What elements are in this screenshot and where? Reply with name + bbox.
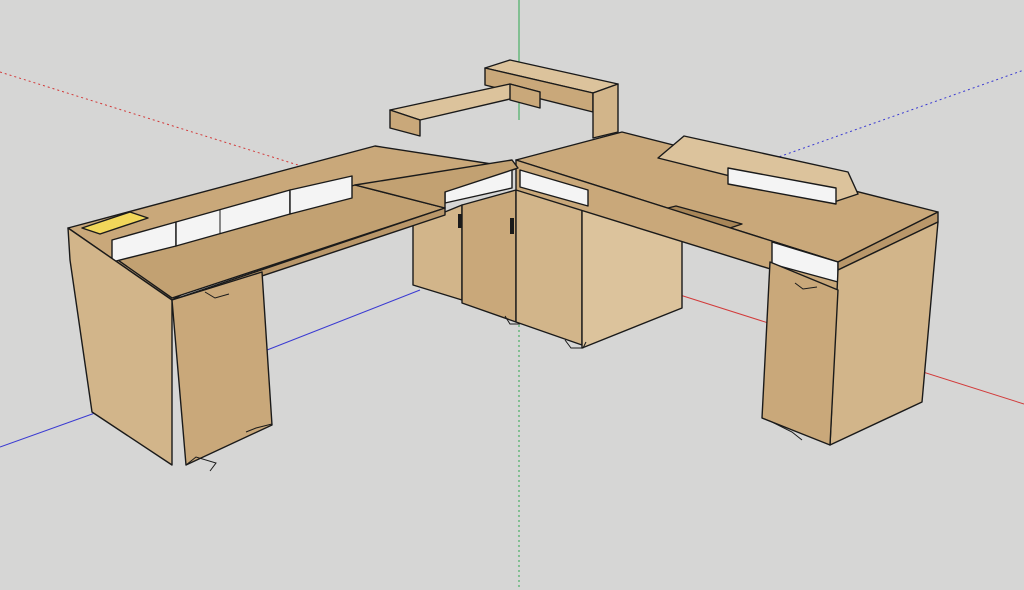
blue-axis-positive-b [261,289,421,353]
cabinet-handle [458,214,462,228]
cabinet-handle [510,218,514,234]
red-axis-negative [0,71,331,176]
left-desk-wing [67,145,519,472]
model-viewport[interactable] [0,0,1024,590]
blue-axis-negative [769,69,1024,161]
scene-canvas[interactable] [0,0,1024,590]
blue-axis-positive-a [0,412,96,448]
back-hutch [389,59,619,139]
